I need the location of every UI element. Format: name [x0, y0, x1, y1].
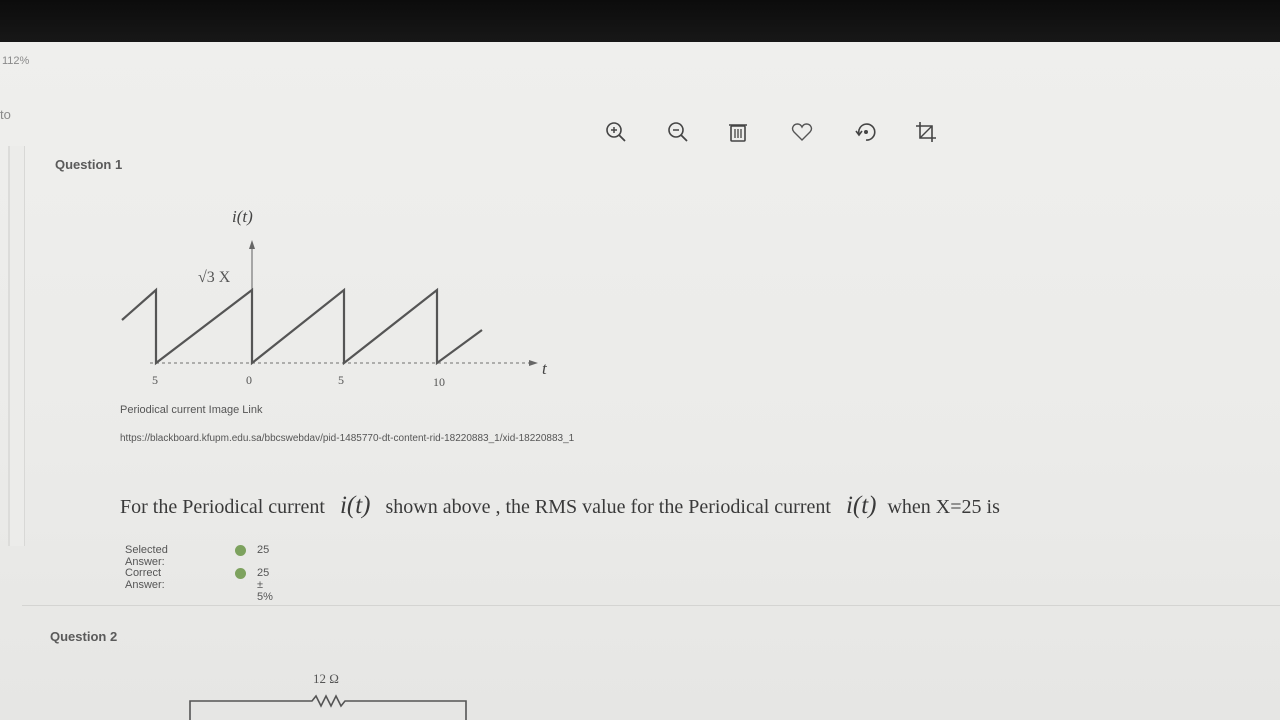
y-axis-arrow: [249, 240, 255, 249]
correct-check-icon: [235, 568, 246, 579]
rotate-button[interactable]: [852, 118, 880, 146]
question-text-part-2: shown above , the RMS value for the Peri…: [385, 496, 831, 518]
figure-x-label: t: [542, 359, 548, 378]
tick-label-5: 5: [338, 373, 344, 387]
zoom-level: 112%: [2, 55, 30, 67]
question-1-title: Question 1: [55, 157, 123, 172]
question-1-text: For the Periodical current i(t) shown ab…: [120, 492, 1180, 520]
math-i-of-t: i(t): [339, 492, 371, 519]
resistor-label: 12 Ω: [313, 671, 339, 686]
trash-icon: [729, 124, 747, 142]
image-toolbar: [600, 118, 940, 148]
rotate-icon: [855, 123, 876, 141]
tick-label-0: 0: [246, 373, 252, 387]
circuit-wire: [189, 694, 467, 720]
selected-answer-label: Selected Answer:: [125, 544, 168, 568]
zoom-in-button[interactable]: [602, 118, 630, 146]
x-axis-arrow: [529, 360, 538, 366]
question-text-part-3: when X=25 is: [887, 496, 1000, 518]
crop-icon: [916, 122, 936, 142]
heart-icon: [791, 123, 813, 141]
figure-y-label: i(t): [232, 207, 253, 226]
zoom-out-button[interactable]: [664, 118, 692, 146]
correct-check-icon: [235, 545, 246, 556]
image-link[interactable]: https://blackboard.kfupm.edu.sa/bbcswebd…: [120, 433, 574, 444]
question-2-title: Question 2: [50, 629, 118, 644]
tick-label-neg5: 5: [152, 373, 158, 387]
delete-button[interactable]: [724, 118, 752, 146]
zoom-out-icon: [668, 122, 688, 142]
figure-peak-label: √3 X: [198, 269, 231, 286]
sawtooth-waveform: [121, 287, 483, 366]
left-text-fragment: to: [0, 107, 11, 122]
correct-answer-label: Correct Answer:: [125, 567, 165, 591]
crop-button[interactable]: [912, 118, 940, 146]
left-scroll-rail[interactable]: [8, 146, 25, 546]
correct-answer-value: 25 ± 5%: [257, 567, 273, 603]
tick-label-10: 10: [433, 375, 445, 389]
question-divider: [22, 605, 1280, 606]
question-text-part-1: For the Periodical current: [120, 496, 325, 518]
image-caption: Periodical current Image Link: [120, 404, 263, 416]
question-2-circuit: 12 Ω: [189, 671, 467, 720]
favorite-button[interactable]: [788, 118, 816, 146]
selected-answer-value: 25: [257, 544, 270, 556]
periodic-current-figure: i(t) √3 X t 5 0 5 10: [121, 207, 548, 389]
zoom-in-icon: [606, 122, 626, 142]
math-i-of-t-2: i(t): [845, 492, 877, 519]
